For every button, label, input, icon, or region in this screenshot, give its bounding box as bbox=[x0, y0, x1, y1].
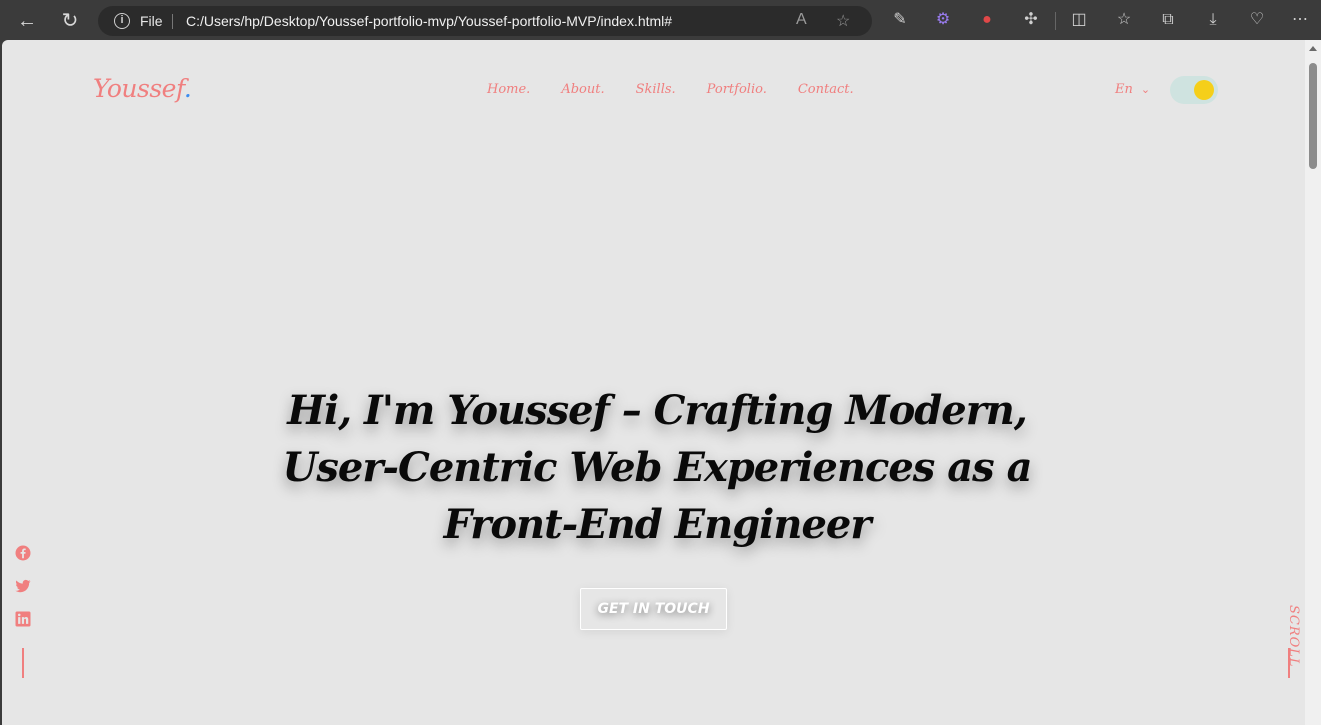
nav-skills[interactable]: Skills. bbox=[636, 82, 676, 97]
favorites-icon[interactable]: ☆ bbox=[1113, 9, 1135, 31]
nav-home[interactable]: Home. bbox=[487, 82, 530, 97]
logo-text: Youssef bbox=[93, 74, 184, 103]
facebook-icon[interactable] bbox=[14, 544, 32, 562]
favorite-star-icon[interactable]: ☆ bbox=[836, 11, 850, 31]
twitter-icon[interactable] bbox=[14, 577, 32, 595]
address-separator bbox=[172, 14, 173, 29]
scroll-up-arrow[interactable] bbox=[1309, 46, 1317, 51]
nav-about[interactable]: About. bbox=[561, 82, 604, 97]
read-aloud-icon[interactable]: A bbox=[796, 11, 807, 29]
extension-paint-icon[interactable]: ✎ bbox=[889, 9, 911, 31]
downloads-icon[interactable]: ⤓ bbox=[1202, 9, 1224, 31]
performance-icon[interactable]: ♡ bbox=[1246, 9, 1268, 31]
language-value: En bbox=[1115, 82, 1133, 97]
split-screen-icon[interactable]: ◫ bbox=[1068, 9, 1090, 31]
info-icon[interactable]: i bbox=[114, 13, 130, 29]
main-nav: Home. About. Skills. Portfolio. Contact. bbox=[487, 82, 854, 97]
linkedin-icon[interactable] bbox=[14, 610, 32, 628]
get-in-touch-button[interactable]: GET IN TOUCH bbox=[580, 588, 727, 630]
address-bar[interactable]: i File C:/Users/hp/Desktop/Youssef-portf… bbox=[98, 6, 872, 36]
logo-dot: . bbox=[183, 74, 192, 103]
scroll-indicator-line bbox=[1288, 648, 1290, 678]
collections-icon[interactable]: ⧉ bbox=[1157, 9, 1179, 31]
browser-toolbar: ← ↻ i File C:/Users/hp/Desktop/Youssef-p… bbox=[0, 0, 1321, 40]
scroll-indicator-label[interactable]: SCROLL bbox=[1273, 605, 1301, 668]
url-text[interactable]: C:/Users/hp/Desktop/Youssef-portfolio-mv… bbox=[186, 13, 672, 29]
scrollbar-thumb[interactable] bbox=[1309, 63, 1317, 169]
extension-gear-icon[interactable]: ⚙ bbox=[932, 9, 954, 31]
hero-headline: Hi, I'm Youssef – Crafting Modern, User-… bbox=[282, 387, 1032, 548]
refresh-icon[interactable]: ↻ bbox=[55, 6, 85, 36]
site-logo[interactable]: Youssef. bbox=[93, 74, 192, 103]
theme-toggle[interactable] bbox=[1170, 76, 1218, 104]
toolbar-divider bbox=[1055, 12, 1056, 30]
back-icon[interactable]: ← bbox=[12, 6, 42, 36]
more-menu-icon[interactable]: ⋯ bbox=[1289, 9, 1311, 31]
protocol-label: File bbox=[140, 13, 163, 29]
social-divider-line bbox=[22, 648, 24, 678]
extensions-puzzle-icon[interactable]: ✣ bbox=[1020, 9, 1042, 31]
page-scrollbar[interactable] bbox=[1305, 40, 1321, 725]
nav-contact[interactable]: Contact. bbox=[798, 82, 854, 97]
language-select[interactable]: En ⌄ bbox=[1115, 82, 1150, 97]
extension-red-icon[interactable]: ● bbox=[976, 9, 998, 31]
nav-portfolio[interactable]: Portfolio. bbox=[707, 82, 767, 97]
toggle-knob bbox=[1194, 80, 1214, 100]
page-viewport: Youssef. Home. About. Skills. Portfolio.… bbox=[2, 40, 1305, 725]
chevron-down-icon: ⌄ bbox=[1140, 83, 1151, 96]
